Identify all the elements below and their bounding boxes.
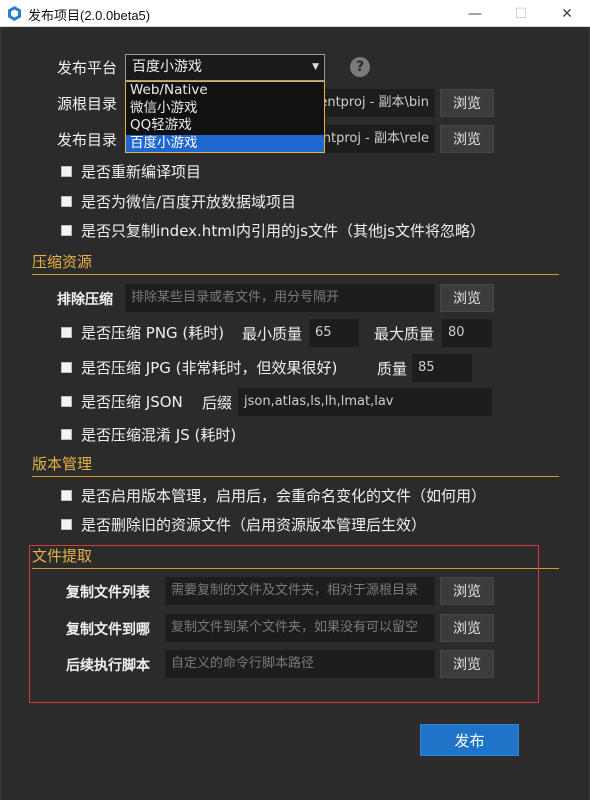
jpg-quality-label: 质量 <box>377 360 408 378</box>
option-enable-versioning[interactable]: 是否启用版本管理，启用后，会重命名变化的文件（如何用） <box>61 485 486 505</box>
platform-dropdown-list: Web/Native 微信小游戏 QQ轻游戏 百度小游戏 <box>125 81 325 153</box>
option-delete-old-resources[interactable]: 是否删除旧的资源文件（启用资源版本管理后生效） <box>61 514 426 534</box>
recompile-checkbox[interactable] <box>61 165 72 177</box>
option-recompile[interactable]: 是否重新编译项目 <box>61 161 201 181</box>
extract-section-divider <box>32 568 559 569</box>
copy-list-browse-button[interactable]: 浏览 <box>440 577 494 605</box>
open-data-domain-checkbox[interactable] <box>61 195 72 207</box>
json-suffix-input[interactable]: json,atlas,ls,lh,lmat,lav <box>238 388 492 416</box>
platform-label: 发布平台 <box>57 59 118 77</box>
png-max-quality-input[interactable]: 80 <box>442 319 492 347</box>
enable-versioning-label: 是否启用版本管理，启用后，会重命名变化的文件（如何用） <box>81 486 487 505</box>
window-title: 发布项目(2.0.0beta5) <box>28 8 151 23</box>
copy-to-label: 复制文件到哪 <box>66 622 150 638</box>
platform-selected-value: 百度小游戏 <box>132 59 202 75</box>
source-dir-browse-button[interactable]: 浏览 <box>440 89 494 117</box>
copy-list-input[interactable]: 需要复制的文件及文件夹，相对于源根目录 <box>165 577 435 605</box>
compress-png-checkbox[interactable] <box>61 326 72 338</box>
post-script-input[interactable]: 自定义的命令行脚本路径 <box>165 650 435 678</box>
platform-option-web-native[interactable]: Web/Native <box>126 82 324 100</box>
title-bar: 发布项目(2.0.0beta5) — ☐ ✕ <box>0 0 590 27</box>
copy-referenced-js-label: 是否只复制index.html内引用的js文件（其他js文件将忽略） <box>81 221 485 240</box>
platform-select[interactable]: 百度小游戏 ▼ <box>125 54 325 81</box>
option-compress-png[interactable]: 是否压缩 PNG (耗时) <box>61 322 224 342</box>
option-compress-js[interactable]: 是否压缩混淆 JS (耗时) <box>61 424 236 444</box>
delete-old-resources-checkbox[interactable] <box>61 518 72 530</box>
copy-to-input[interactable]: 复制文件到某个文件夹，如果没有可以留空 <box>165 614 435 642</box>
open-data-domain-label: 是否为微信/百度开放数据域项目 <box>81 192 297 211</box>
minimize-button[interactable]: — <box>452 0 498 27</box>
platform-option-qq[interactable]: QQ轻游戏 <box>126 117 324 135</box>
jpg-quality-input[interactable]: 85 <box>412 354 472 382</box>
exclude-browse-button[interactable]: 浏览 <box>440 284 494 312</box>
delete-old-resources-label: 是否删除旧的资源文件（启用资源版本管理后生效） <box>81 515 427 534</box>
copy-referenced-js-checkbox[interactable] <box>61 224 72 236</box>
option-compress-jpg[interactable]: 是否压缩 JPG (非常耗时，但效果很好) <box>61 357 337 377</box>
compress-json-checkbox[interactable] <box>61 395 72 407</box>
enable-versioning-checkbox[interactable] <box>61 489 72 501</box>
compress-json-label: 是否压缩 JSON <box>81 392 183 411</box>
app-logo-icon <box>8 6 21 21</box>
option-open-data-domain[interactable]: 是否为微信/百度开放数据域项目 <box>61 191 296 211</box>
maximize-button[interactable]: ☐ <box>498 0 544 27</box>
compress-png-label: 是否压缩 PNG (耗时) <box>81 323 225 342</box>
json-suffix-label: 后缀 <box>202 394 233 412</box>
copy-list-label: 复制文件列表 <box>66 585 150 601</box>
version-section-divider <box>32 476 559 477</box>
post-script-browse-button[interactable]: 浏览 <box>440 650 494 678</box>
platform-option-baidu[interactable]: 百度小游戏 <box>126 134 324 152</box>
compress-jpg-checkbox[interactable] <box>61 361 72 373</box>
recompile-label: 是否重新编译项目 <box>81 162 202 181</box>
output-dir-browse-button[interactable]: 浏览 <box>440 125 494 153</box>
png-max-quality-label: 最大质量 <box>374 325 435 343</box>
compress-js-label: 是否压缩混淆 JS (耗时) <box>81 425 237 444</box>
publish-button[interactable]: 发布 <box>420 724 519 756</box>
compress-js-checkbox[interactable] <box>61 428 72 440</box>
compress-jpg-label: 是否压缩 JPG (非常耗时，但效果很好) <box>81 358 338 377</box>
source-dir-label: 源根目录 <box>57 95 118 113</box>
compress-section-divider <box>32 274 559 275</box>
platform-option-wechat[interactable]: 微信小游戏 <box>126 100 324 118</box>
png-min-quality-label: 最小质量 <box>242 325 303 343</box>
version-section-title: 版本管理 <box>32 455 93 473</box>
dialog-body: 发布平台 百度小游戏 ▼ ? Web/Native 微信小游戏 QQ轻游戏 百度… <box>0 27 590 800</box>
exclude-compress-input[interactable]: 排除某些目录或者文件，用分号隔开 <box>125 284 435 312</box>
help-icon[interactable]: ? <box>350 57 370 77</box>
output-dir-label: 发布目录 <box>57 131 118 149</box>
png-min-quality-input[interactable]: 65 <box>309 319 359 347</box>
copy-to-browse-button[interactable]: 浏览 <box>440 614 494 642</box>
option-copy-referenced-js[interactable]: 是否只复制index.html内引用的js文件（其他js文件将忽略） <box>61 220 485 240</box>
extract-section-title: 文件提取 <box>32 547 93 565</box>
post-script-label: 后续执行脚本 <box>66 658 150 674</box>
option-compress-json[interactable]: 是否压缩 JSON <box>61 391 183 411</box>
chevron-down-icon: ▼ <box>312 62 319 72</box>
exclude-compress-label: 排除压缩 <box>57 292 113 308</box>
close-button[interactable]: ✕ <box>544 0 590 27</box>
compress-section-title: 压缩资源 <box>32 253 93 271</box>
